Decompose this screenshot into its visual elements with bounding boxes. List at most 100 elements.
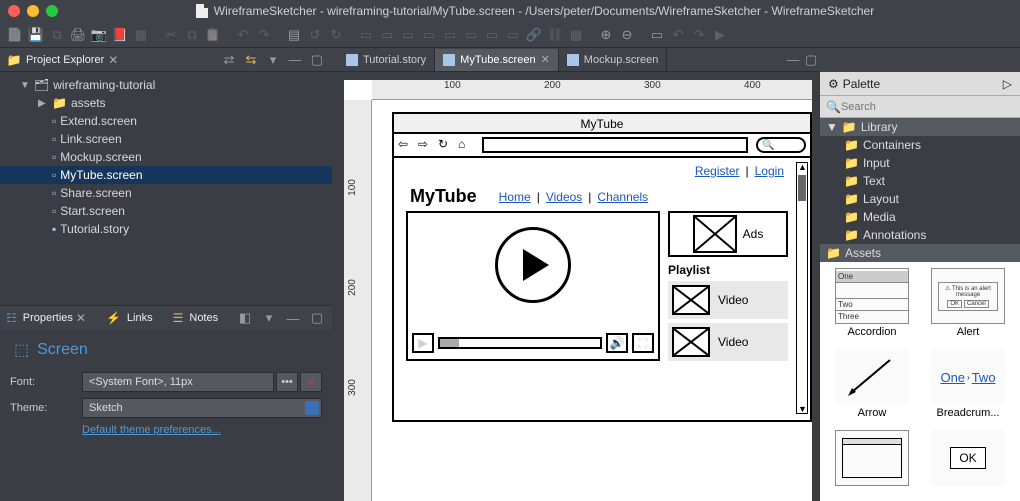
reload-icon[interactable]: ↻ xyxy=(438,137,454,153)
palette-item-arrow[interactable]: Arrow xyxy=(826,349,918,426)
palette-item-breadcrumb[interactable]: One›Two Breadcrum... xyxy=(922,349,1014,426)
mockup-title[interactable]: MyTube xyxy=(394,114,810,134)
close-view-icon[interactable]: ✕ xyxy=(108,53,118,67)
palette-item-browser[interactable] xyxy=(826,430,918,495)
tab-tutorial[interactable]: Tutorial.story xyxy=(338,49,435,71)
tree-folder-assets[interactable]: ▶ 📁 assets xyxy=(0,94,332,112)
font-browse-button[interactable]: ••• xyxy=(276,372,298,392)
forward-icon[interactable]: ⇨ xyxy=(418,137,434,153)
project-tree[interactable]: ▼ 🗂 wireframing-tutorial ▶ 📁 assets ▫Ext… xyxy=(0,72,332,305)
group6-icon[interactable]: ▭ xyxy=(462,26,480,44)
close-icon[interactable] xyxy=(8,5,20,17)
mockup-ads-box[interactable]: Ads xyxy=(668,211,788,257)
editor-canvas[interactable]: 100 200 300 400 100 200 300 MyTube ⇦ ⇨ ↻… xyxy=(344,80,812,501)
copy-icon[interactable]: ⧉ xyxy=(48,26,66,44)
minimize-view-icon[interactable]: — xyxy=(284,309,302,327)
mockup-search-field[interactable]: 🔍 xyxy=(756,137,806,153)
minimize-editor-icon[interactable]: — xyxy=(784,51,802,69)
group3-icon[interactable]: ▭ xyxy=(399,26,417,44)
tree-project-root[interactable]: ▼ 🗂 wireframing-tutorial xyxy=(0,76,332,94)
player-volume-icon[interactable]: 🔊 xyxy=(606,333,628,353)
palette-search-input[interactable] xyxy=(841,101,1014,113)
font-clear-button[interactable]: ✕ xyxy=(300,372,322,392)
group8-icon[interactable]: ▭ xyxy=(504,26,522,44)
notes-tab[interactable]: Notes xyxy=(189,312,218,324)
camera-icon[interactable]: 📷 xyxy=(90,26,108,44)
duplicate-icon[interactable]: ⧉ xyxy=(183,26,201,44)
zoom-in-icon[interactable]: ⊕ xyxy=(597,26,615,44)
nav-channels[interactable]: Channels xyxy=(597,190,648,204)
links-tab[interactable]: Links xyxy=(127,312,153,324)
group4-icon[interactable]: ▭ xyxy=(420,26,438,44)
new-icon[interactable]: 📄 xyxy=(6,26,24,44)
paste-icon[interactable]: 📋 xyxy=(204,26,222,44)
next-icon[interactable]: ↷ xyxy=(690,26,708,44)
print-icon[interactable]: 🖨 xyxy=(69,26,87,44)
palette-group-layout[interactable]: 📁Layout xyxy=(820,190,1020,208)
player-progress[interactable] xyxy=(438,337,602,349)
table-icon[interactable]: ▦ xyxy=(132,26,150,44)
play-icon[interactable]: ▶ xyxy=(711,26,729,44)
props-toggle-icon[interactable]: ◧ xyxy=(236,309,254,327)
present-icon[interactable]: ▭ xyxy=(648,26,666,44)
link-icon[interactable]: 🔗 xyxy=(525,26,543,44)
tab-mytube[interactable]: MyTube.screen✕ xyxy=(435,49,559,71)
tree-file-link[interactable]: ▫Link.screen xyxy=(0,130,332,148)
link-editor-icon[interactable]: ⇆ xyxy=(242,51,260,69)
minimize-view-icon[interactable]: — xyxy=(286,51,304,69)
tab-mockup[interactable]: Mockup.screen xyxy=(559,49,668,71)
playlist-title[interactable]: Playlist xyxy=(668,263,788,277)
chevron-right-icon[interactable]: ▶ xyxy=(38,98,48,109)
nav-home[interactable]: Home xyxy=(499,190,531,204)
tree-file-tutorial[interactable]: ▪Tutorial.story xyxy=(0,220,332,238)
save-icon[interactable]: 💾 xyxy=(27,26,45,44)
chevron-down-icon[interactable]: ▼ xyxy=(20,80,30,91)
zoom-out-icon[interactable]: ⊖ xyxy=(618,26,636,44)
group5-icon[interactable]: ▭ xyxy=(441,26,459,44)
palette-group-annotations[interactable]: 📁Annotations xyxy=(820,226,1020,244)
palette-collapse-icon[interactable]: ▷ xyxy=(1003,77,1012,91)
cut-icon[interactable]: ✂ xyxy=(162,26,180,44)
pdf-icon[interactable]: 📕 xyxy=(111,26,129,44)
mockup-scrollbar[interactable] xyxy=(796,162,808,414)
align-icon[interactable]: ▤ xyxy=(285,26,303,44)
font-input[interactable] xyxy=(82,372,274,392)
unlink-icon[interactable]: ⛓ xyxy=(546,26,564,44)
tree-file-mytube[interactable]: ▫MyTube.screen xyxy=(0,166,332,184)
close-icon[interactable]: ✕ xyxy=(76,311,86,325)
playlist-item[interactable]: Video xyxy=(668,281,788,319)
tree-file-start[interactable]: ▫Start.screen xyxy=(0,202,332,220)
palette-group-containers[interactable]: 📁Containers xyxy=(820,136,1020,154)
group7-icon[interactable]: ▭ xyxy=(483,26,501,44)
mockup-url-field[interactable] xyxy=(482,137,748,153)
mockup-video-player[interactable]: ▶ 🔊 ⛶ xyxy=(406,211,660,361)
grid-icon[interactable]: ▦ xyxy=(567,26,585,44)
player-fullscreen-icon[interactable]: ⛶ xyxy=(632,333,654,353)
properties-tab[interactable]: Properties ✕ xyxy=(23,311,86,325)
play-button-icon[interactable] xyxy=(495,227,571,303)
palette-group-assets[interactable]: 📁Assets xyxy=(820,244,1020,262)
tree-file-extend[interactable]: ▫Extend.screen xyxy=(0,112,332,130)
mockup-browser-window[interactable]: MyTube ⇦ ⇨ ↻ ⌂ 🔍 Register | xyxy=(392,112,812,422)
undo-icon[interactable]: ↶ xyxy=(234,26,252,44)
back-icon[interactable]: ⇦ xyxy=(398,137,414,153)
nav-videos[interactable]: Videos xyxy=(546,190,582,204)
login-link[interactable]: Login xyxy=(755,164,784,178)
group2-icon[interactable]: ▭ xyxy=(378,26,396,44)
props-menu-icon[interactable]: ▾ xyxy=(260,309,278,327)
register-link[interactable]: Register xyxy=(695,164,740,178)
home-icon[interactable]: ⌂ xyxy=(458,137,474,153)
mockup-browser-toolbar[interactable]: ⇦ ⇨ ↻ ⌂ 🔍 xyxy=(394,134,810,158)
maximize-view-icon[interactable]: ▢ xyxy=(308,309,326,327)
close-tab-icon[interactable]: ✕ xyxy=(541,53,550,66)
view-menu-icon[interactable]: ▾ xyxy=(264,51,282,69)
palette-group-library[interactable]: ▼📁Library xyxy=(820,118,1020,136)
tree-file-mockup[interactable]: ▫Mockup.screen xyxy=(0,148,332,166)
theme-prefs-link[interactable]: Default theme preferences... xyxy=(82,424,221,436)
maximize-view-icon[interactable]: ▢ xyxy=(308,51,326,69)
theme-select[interactable]: Sketch xyxy=(82,398,322,418)
palette-group-media[interactable]: 📁Media xyxy=(820,208,1020,226)
player-play-icon[interactable]: ▶ xyxy=(412,333,434,353)
palette-group-input[interactable]: 📁Input xyxy=(820,154,1020,172)
maximize-editor-icon[interactable]: ▢ xyxy=(802,51,820,69)
